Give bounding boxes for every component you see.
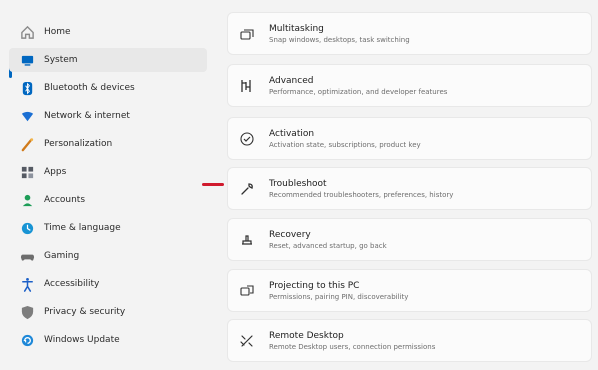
sidebar-item-label: Apps <box>44 167 67 177</box>
sidebar-item-accounts[interactable]: Accounts <box>9 188 207 212</box>
sidebar-item-system[interactable]: System <box>9 48 207 72</box>
setting-card-activation[interactable]: Activation Activation state, subscriptio… <box>227 117 592 160</box>
troubleshoot-icon <box>238 180 256 198</box>
sidebar-item-label: Time & language <box>44 223 121 233</box>
home-icon <box>18 23 36 41</box>
system-settings-content: Multitasking Snap windows, desktops, tas… <box>222 0 598 370</box>
card-description: Remote Desktop users, connection permiss… <box>269 342 436 351</box>
personalization-icon <box>18 135 36 153</box>
sidebar-item-label: System <box>44 55 78 65</box>
card-text: Troubleshoot Recommended troubleshooters… <box>269 178 453 200</box>
sidebar-item-network-internet[interactable]: Network & internet <box>9 104 207 128</box>
card-text: Remote Desktop Remote Desktop users, con… <box>269 330 435 352</box>
sidebar-item-bluetooth-devices[interactable]: Bluetooth & devices <box>9 76 207 100</box>
card-title: Remote Desktop <box>269 330 344 341</box>
sidebar-item-home[interactable]: Home <box>9 20 207 44</box>
card-description: Performance, optimization, and developer… <box>269 87 448 96</box>
remote-desktop-icon <box>238 332 256 350</box>
card-text: Multitasking Snap windows, desktops, tas… <box>269 23 410 45</box>
settings-window: Home System Bluetooth & devices Network … <box>0 0 598 370</box>
sidebar-item-label: Bluetooth & devices <box>44 83 135 93</box>
sidebar-item-label: Accounts <box>44 195 86 205</box>
card-title: Recovery <box>269 229 311 240</box>
setting-card-multitasking[interactable]: Multitasking Snap windows, desktops, tas… <box>227 12 592 55</box>
sidebar-item-personalization[interactable]: Personalization <box>9 132 207 156</box>
apps-icon <box>18 163 36 181</box>
bluetooth-icon <box>18 79 36 97</box>
sidebar-item-label: Gaming <box>44 251 80 261</box>
sidebar-item-label: Windows Update <box>44 335 120 345</box>
card-title: Advanced <box>269 75 314 86</box>
card-title: Multitasking <box>269 23 324 34</box>
card-description: Activation state, subscriptions, product… <box>269 140 421 149</box>
gaming-icon <box>18 247 36 265</box>
card-description: Snap windows, desktops, task switching <box>269 35 410 44</box>
card-description: Reset, advanced startup, go back <box>269 241 387 250</box>
time-language-icon <box>18 219 36 237</box>
setting-card-projecting-to-this-pc[interactable]: Projecting to this PC Permissions, pairi… <box>227 269 592 312</box>
sidebar-item-apps[interactable]: Apps <box>9 160 207 184</box>
card-text: Projecting to this PC Permissions, pairi… <box>269 280 408 302</box>
card-text: Advanced Performance, optimization, and … <box>269 75 447 97</box>
card-title: Troubleshoot <box>269 178 327 189</box>
setting-card-troubleshoot[interactable]: Troubleshoot Recommended troubleshooters… <box>227 167 592 210</box>
sidebar-item-label: Accessibility <box>44 279 100 289</box>
card-description: Recommended troubleshooters, preferences… <box>269 190 454 199</box>
sidebar-item-gaming[interactable]: Gaming <box>9 244 207 268</box>
recovery-icon <box>238 231 256 249</box>
card-text: Recovery Reset, advanced startup, go bac… <box>269 229 387 251</box>
sidebar-item-label: Privacy & security <box>44 307 126 317</box>
sidebar-item-label: Network & internet <box>44 111 130 121</box>
sidebar-item-label: Personalization <box>44 139 113 149</box>
troubleshoot-pointer-marker <box>202 183 224 186</box>
accounts-icon <box>18 191 36 209</box>
projecting-icon <box>238 282 256 300</box>
network-icon <box>18 107 36 125</box>
card-title: Projecting to this PC <box>269 280 360 291</box>
accessibility-icon <box>18 275 36 293</box>
windows-update-icon <box>18 331 36 349</box>
multitasking-icon <box>238 25 256 43</box>
sidebar-item-accessibility[interactable]: Accessibility <box>9 272 207 296</box>
privacy-security-icon <box>18 303 36 321</box>
activation-icon <box>238 130 256 148</box>
card-title: Activation <box>269 128 315 139</box>
card-text: Activation Activation state, subscriptio… <box>269 128 421 150</box>
setting-card-remote-desktop[interactable]: Remote Desktop Remote Desktop users, con… <box>227 319 592 362</box>
sidebar-item-windows-update[interactable]: Windows Update <box>9 328 207 352</box>
setting-card-advanced[interactable]: Advanced Performance, optimization, and … <box>227 64 592 107</box>
sidebar-item-label: Home <box>44 27 71 37</box>
sidebar-item-time-language[interactable]: Time & language <box>9 216 207 240</box>
settings-sidebar: Home System Bluetooth & devices Network … <box>0 12 212 364</box>
system-icon <box>18 51 36 69</box>
sidebar-item-privacy-security[interactable]: Privacy & security <box>9 300 207 324</box>
setting-card-recovery[interactable]: Recovery Reset, advanced startup, go bac… <box>227 218 592 261</box>
advanced-icon <box>238 77 256 95</box>
card-description: Permissions, pairing PIN, discoverabilit… <box>269 292 409 301</box>
